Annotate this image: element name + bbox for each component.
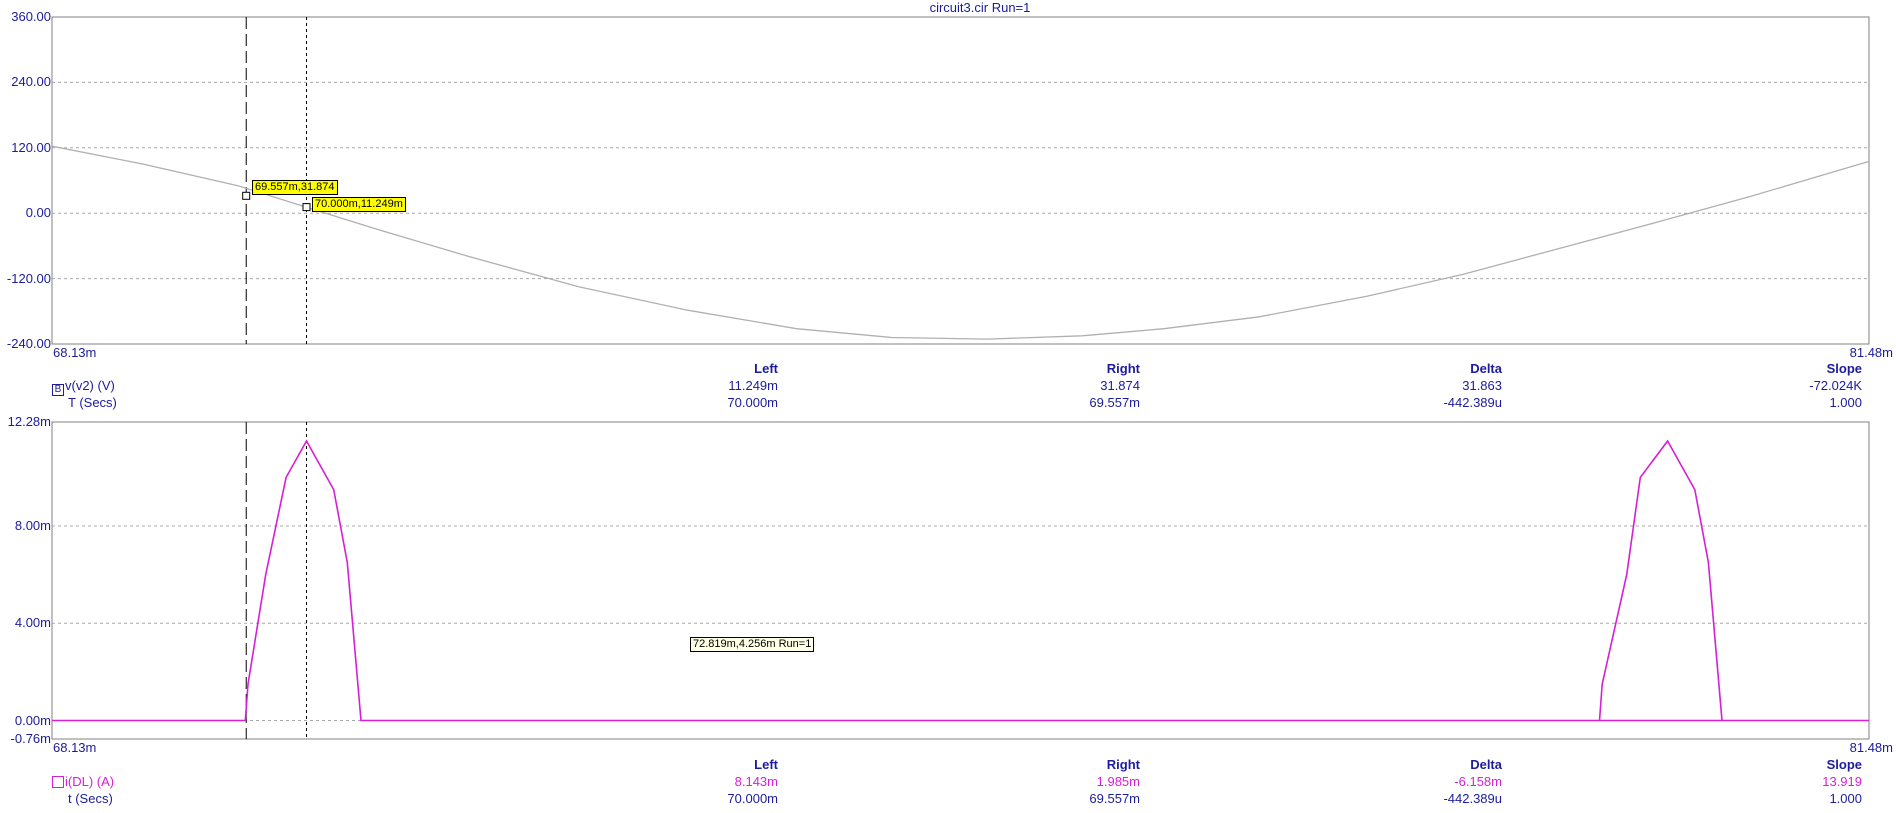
chart-title: circuit3.cir Run=1 xyxy=(929,0,1031,15)
bottom-value-delta: -6.158m xyxy=(1454,774,1502,789)
top-header-left: Left xyxy=(754,361,778,376)
bottom-value-left: 8.143m xyxy=(734,774,778,789)
bottom-x-value-right: 69.557m xyxy=(1089,791,1140,806)
top-header-slope: Slope xyxy=(1826,361,1862,376)
series-line-i-dl xyxy=(52,439,1869,722)
bottom-x-max-label: 81.48m xyxy=(1849,740,1893,755)
bottom-header-slope: Slope xyxy=(1826,757,1862,772)
bottom-x-value-delta: -442.389u xyxy=(1443,791,1502,806)
top-series-name: v(v2) (V) xyxy=(65,378,115,393)
cursor-tag-right: 70.000m,11.249m xyxy=(312,197,406,212)
top-x-value-slope: 1.000 xyxy=(1829,395,1862,410)
bottom-y-tick-label: 12.28m xyxy=(7,414,51,429)
cursor-tag-left: 69.557m,31.874 xyxy=(252,180,338,195)
top-y-tick-label: -240.00 xyxy=(6,336,51,351)
bottom-grid xyxy=(52,525,1869,722)
bottom-y-tick-label: 8.00m xyxy=(14,518,51,534)
top-value-left: 11.249m xyxy=(728,378,778,393)
top-x-label: T (Secs) xyxy=(68,395,117,410)
bottom-series-label[interactable]: i(DL) (A) xyxy=(52,775,114,789)
bottom-cursor-lines[interactable] xyxy=(245,422,308,739)
bottom-x-min-label: 68.13m xyxy=(53,740,97,755)
series-box-icon xyxy=(52,776,64,788)
bottom-plot-frame xyxy=(51,421,1870,740)
cursor-marker-right[interactable] xyxy=(302,203,311,212)
top-value-slope: -72.024K xyxy=(1809,378,1862,393)
bottom-x-value-left: 70.000m xyxy=(727,791,778,806)
bottom-header-delta: Delta xyxy=(1470,757,1502,772)
bottom-header-right: Right xyxy=(1106,757,1140,772)
bottom-y-tick-label: 4.00m xyxy=(14,615,51,631)
top-y-tick-label: 0.00 xyxy=(25,205,51,221)
bottom-x-value-slope: 1.000 xyxy=(1829,791,1862,806)
top-x-value-right: 69.557m xyxy=(1089,395,1140,410)
series-line-v-v2 xyxy=(51,145,1870,340)
bottom-y-tick-label: 0.00m xyxy=(14,712,51,728)
bottom-header-left: Left xyxy=(754,757,778,772)
hover-tag: 72.819m,4.256m Run=1 xyxy=(690,637,815,652)
bottom-series-name: i(DL) (A) xyxy=(65,774,115,789)
series-line-i-dl-pulse2 xyxy=(1598,439,1723,721)
top-y-tick-label: 240.00 xyxy=(11,74,51,90)
bottom-value-right: 1.985m xyxy=(1096,774,1140,789)
bottom-value-slope: 13.919 xyxy=(1822,774,1862,789)
top-header-delta: Delta xyxy=(1470,361,1502,376)
cursor-marker-left[interactable] xyxy=(242,191,251,200)
top-x-max-label: 81.48m xyxy=(1849,345,1893,360)
top-x-value-delta: -442.389u xyxy=(1443,395,1502,410)
top-value-right: 31.874 xyxy=(1100,378,1140,393)
series-b-icon: B xyxy=(52,384,64,396)
top-y-tick-label: -120.00 xyxy=(6,270,51,286)
bottom-x-label: t (Secs) xyxy=(68,791,113,806)
bottom-y-tick-label: -0.76m xyxy=(10,731,51,746)
top-x-value-left: 70.000m xyxy=(727,395,778,410)
plot-canvas[interactable] xyxy=(0,0,1896,813)
top-series-label[interactable]: Bv(v2) (V) xyxy=(52,379,115,396)
top-y-tick-label: 120.00 xyxy=(11,139,51,155)
top-value-delta: 31.863 xyxy=(1462,378,1502,393)
top-header-right: Right xyxy=(1106,361,1140,376)
top-x-min-label: 68.13m xyxy=(53,345,97,360)
top-y-tick-label: 360.00 xyxy=(11,9,51,24)
